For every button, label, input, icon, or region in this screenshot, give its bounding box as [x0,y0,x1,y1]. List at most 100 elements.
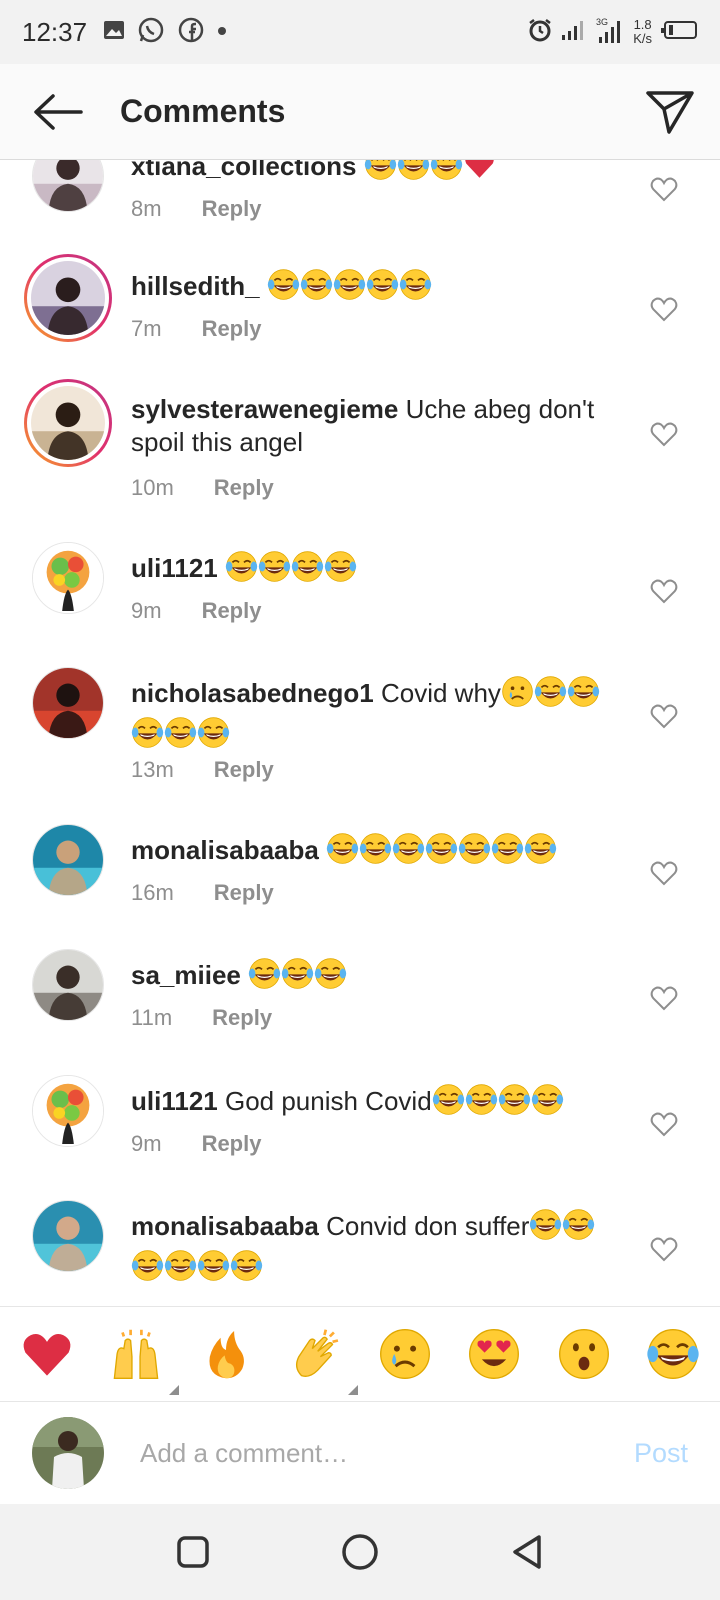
status-time: 12:37 [22,16,88,47]
comment-input[interactable] [140,1437,580,1469]
comment-username[interactable]: monalisabaaba [131,1211,319,1241]
commenter-avatar[interactable] [32,160,104,212]
commenter-avatar[interactable] [32,1075,104,1147]
reply-button[interactable]: Reply [212,1005,272,1031]
heart-eyes-face-reaction-button[interactable] [465,1325,523,1383]
comment-meta: 8m Reply [131,196,261,222]
commenter-avatar[interactable] [32,1200,104,1272]
network-speed: 1.8 K/s [633,18,652,46]
joy-emoji-icon [529,1208,562,1249]
comment-username[interactable]: uli1121 [131,1086,218,1116]
comment-text: monalisabaaba Convid don suffer [131,1208,621,1290]
like-comment-button[interactable] [650,860,680,888]
like-comment-button[interactable] [650,421,680,449]
back-button[interactable] [20,82,96,142]
joy-emoji-icon [397,160,430,189]
like-comment-button[interactable] [650,176,680,204]
reply-button[interactable]: Reply [202,316,262,342]
red-heart-reaction-button[interactable] [18,1325,76,1383]
comment-row: uli1121 9m Reply [0,538,720,678]
like-comment-button[interactable] [650,1111,680,1139]
alarm-clock-icon [527,17,553,48]
comment-message: God punish Covid [224,1086,432,1116]
comment-row: monalisabaaba Convid don suffer [0,1196,720,1306]
like-comment-button[interactable] [650,703,680,731]
skin-tone-indicator-icon [169,1385,180,1395]
comment-text: monalisabaaba [131,832,621,873]
recent-apps-button[interactable] [163,1522,223,1582]
joy-emoji-icon [164,716,197,757]
like-comment-button[interactable] [650,296,680,324]
share-direct-button[interactable] [642,84,698,140]
joy-emoji-icon [225,550,258,591]
like-comment-button[interactable] [650,985,680,1013]
joy-emoji-icon [164,1249,197,1290]
red-heart-emoji-icon [463,160,496,189]
reply-button[interactable]: Reply [202,598,262,624]
comment-meta: 16m Reply [131,880,274,906]
comment-row: sa_miiee 11m Reply [0,945,720,1085]
joy-emoji-icon [300,268,333,309]
reply-button[interactable]: Reply [202,1131,262,1157]
reply-button[interactable]: Reply [214,475,274,501]
joy-emoji-icon [359,832,392,873]
crying-emoji-icon [501,675,534,716]
joy-emoji-icon [230,1249,263,1290]
comment-username[interactable]: monalisabaaba [131,835,319,865]
comment-message: Covid why [380,678,501,708]
comment-timestamp: 11m [131,1005,173,1030]
commenter-avatar[interactable] [24,254,112,342]
comment-text: nicholasabednego1 Covid why [131,675,621,757]
like-comment-button[interactable] [650,1236,680,1264]
like-comment-button[interactable] [650,578,680,606]
crying-face-reaction-button[interactable] [376,1325,434,1383]
commenter-avatar[interactable] [32,949,104,1021]
heart-outline-icon [650,1112,678,1137]
comment-username[interactable]: xtiana_collections [131,160,356,181]
reply-button[interactable]: Reply [214,880,274,906]
whatsapp-notification-icon [137,16,165,49]
reply-button[interactable]: Reply [202,196,262,222]
comment-username[interactable]: nicholasabednego1 [131,678,374,708]
commenter-avatar[interactable] [32,667,104,739]
joy-emoji-icon [562,1208,595,1249]
comment-username[interactable]: uli1121 [131,553,218,583]
notification-icons [103,16,227,49]
heart-outline-icon [650,861,678,886]
comment-text: sylvesterawenegieme Uche abeg don't spoi… [131,393,621,459]
triangle-back-icon [512,1535,541,1569]
comment-username[interactable]: sa_miiee [131,960,241,990]
heart-outline-icon [650,177,678,202]
joy-emoji-icon [326,832,359,873]
comment-timestamp: 10m [131,475,174,500]
clapping-hands-reaction-button[interactable] [286,1325,359,1395]
circle-icon [342,1534,378,1570]
joy-emoji-icon [258,550,291,591]
comment-list[interactable]: xtiana_collections 8m Reply hillsedith_ 7m… [0,160,720,1306]
joy-emoji-icon [534,675,567,716]
fire-reaction-button[interactable] [197,1325,255,1383]
tears-of-joy-face-reaction-button[interactable] [644,1325,702,1383]
commenter-avatar[interactable] [32,542,104,614]
comment-username[interactable]: hillsedith_ [131,271,260,301]
joy-emoji-icon [498,1083,531,1124]
astonished-face-reaction-button[interactable] [555,1325,613,1383]
heart-outline-icon [650,704,678,729]
comment-row: nicholasabednego1 Covid why 13m Reply [0,663,720,803]
back-nav-button[interactable] [497,1522,557,1582]
more-notifications-dot-icon [217,23,227,41]
comment-username[interactable]: sylvesterawenegieme [131,394,398,424]
system-navigation-bar [0,1504,720,1600]
heart-outline-icon [650,986,678,1011]
joy-emoji-icon [324,550,357,591]
post-button[interactable]: Post [634,1438,688,1469]
commenter-avatar[interactable] [24,379,112,467]
joy-emoji-icon [267,268,300,309]
home-button[interactable] [330,1522,390,1582]
commenter-avatar[interactable] [32,824,104,896]
reply-button[interactable]: Reply [214,757,274,783]
raised-hands-reaction-button[interactable] [107,1325,180,1395]
comment-timestamp: 8m [131,196,162,221]
signal-strength-icon [561,19,587,46]
comment-meta: 9m Reply [131,1131,261,1157]
